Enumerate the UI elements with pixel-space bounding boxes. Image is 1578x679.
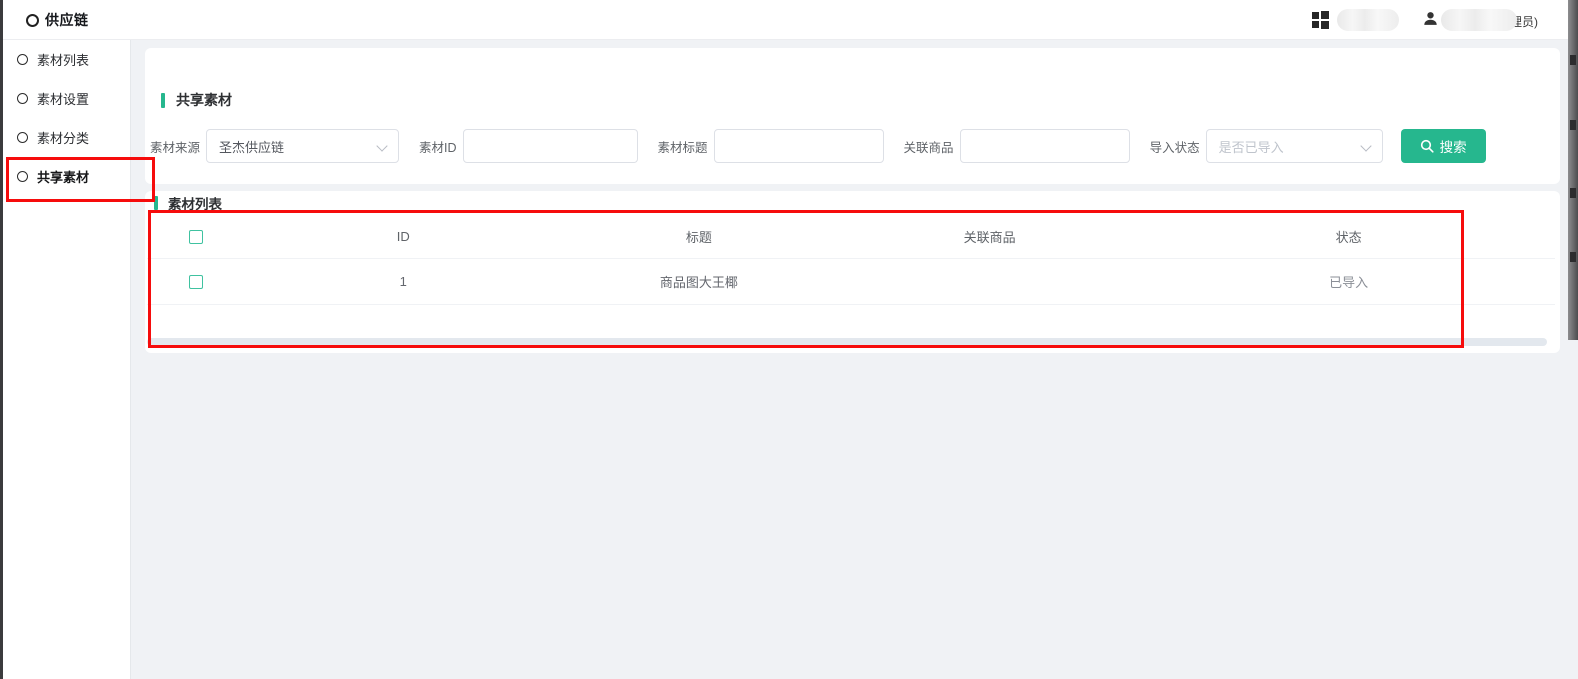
redacted-user-name[interactable] [1441,9,1517,31]
import-status-placeholder: 是否已导入 [1219,137,1284,156]
right-scrollbar-strip[interactable] [1568,0,1578,340]
window-left-edge [0,0,3,679]
filter-row: 素材来源 圣杰供应链 素材ID 素材标题 关联商品 导入状态 是否已导入 搜索 [150,129,1486,163]
cell-id: 1 [246,274,561,289]
import-status-select[interactable]: 是否已导入 [1206,129,1383,163]
related-product-label: 关联商品 [904,137,954,156]
logo-circle-icon [26,14,39,27]
menu-circle-icon [17,132,28,143]
row-checkbox[interactable] [189,275,203,289]
sidebar-menu: 素材列表 素材设置 素材分类 共享素材 [0,40,131,679]
column-header-status: 状态 [1142,227,1555,246]
material-id-label: 素材ID [419,137,457,156]
source-select-value: 圣杰供应链 [219,137,284,156]
column-header-id: ID [246,229,561,244]
sidebar-item-material-list[interactable]: 素材列表 [0,40,130,79]
table-header-row: ID 标题 关联商品 状态 [147,215,1555,259]
apps-grid-icon[interactable] [1312,11,1330,29]
column-header-title: 标题 [561,227,837,246]
chevron-down-icon [1360,140,1371,151]
sidebar-item-label: 素材分类 [37,128,89,147]
accent-bar [154,196,158,210]
menu-circle-icon [17,171,28,182]
filter-panel-title-text: 共享素材 [176,90,232,110]
material-title-label: 素材标题 [658,137,708,156]
import-status-label: 导入状态 [1150,137,1200,156]
material-title-input[interactable] [714,129,884,163]
table-panel-title-text: 素材列表 [168,193,222,213]
search-icon [1420,139,1434,153]
material-table: ID 标题 关联商品 状态 1 商品图大王椰 已导入 [147,215,1555,305]
table-row[interactable]: 1 商品图大王椰 已导入 [147,259,1555,305]
material-id-input[interactable] [463,129,638,163]
select-all-checkbox[interactable] [189,230,203,244]
sidebar-item-label: 素材设置 [37,89,89,108]
redacted-shop-name[interactable] [1337,9,1399,31]
chevron-down-icon [376,140,387,151]
sidebar-item-material-settings[interactable]: 素材设置 [0,79,130,118]
user-icon[interactable] [1423,11,1438,31]
sidebar-item-label: 共享素材 [37,167,89,186]
menu-circle-icon [17,54,28,65]
shared-material-filter-panel: 共享素材 素材来源 圣杰供应链 素材ID 素材标题 关联商品 导入状态 是否已导… [145,48,1560,184]
material-list-panel: 素材列表 ID 标题 关联商品 状态 1 商品图大王椰 已导入 [145,191,1560,353]
filter-panel-title: 共享素材 [161,90,232,110]
source-label: 素材来源 [150,137,200,156]
table-panel-title: 素材列表 [154,193,222,213]
app-logo: 供应链 [26,10,89,30]
top-header: 供应链 管理员) [0,0,1578,40]
source-select[interactable]: 圣杰供应链 [206,129,399,163]
cell-title: 商品图大王椰 [561,272,837,291]
related-product-input[interactable] [960,129,1130,163]
sidebar-item-shared-material[interactable]: 共享素材 [0,157,130,196]
horizontal-scrollbar-thumb[interactable] [147,338,1547,346]
sidebar-item-material-category[interactable]: 素材分类 [0,118,130,157]
column-header-related: 关联商品 [837,227,1143,246]
accent-bar [161,93,165,108]
cell-status: 已导入 [1142,272,1555,291]
sidebar-item-label: 素材列表 [37,50,89,69]
search-button-label: 搜索 [1440,136,1467,156]
app-window: 供应链 管理员) 素材列表 素材设置 素材分类 共享素材 [0,0,1578,679]
menu-circle-icon [17,93,28,104]
search-button[interactable]: 搜索 [1401,129,1486,163]
app-title: 供应链 [45,10,89,30]
